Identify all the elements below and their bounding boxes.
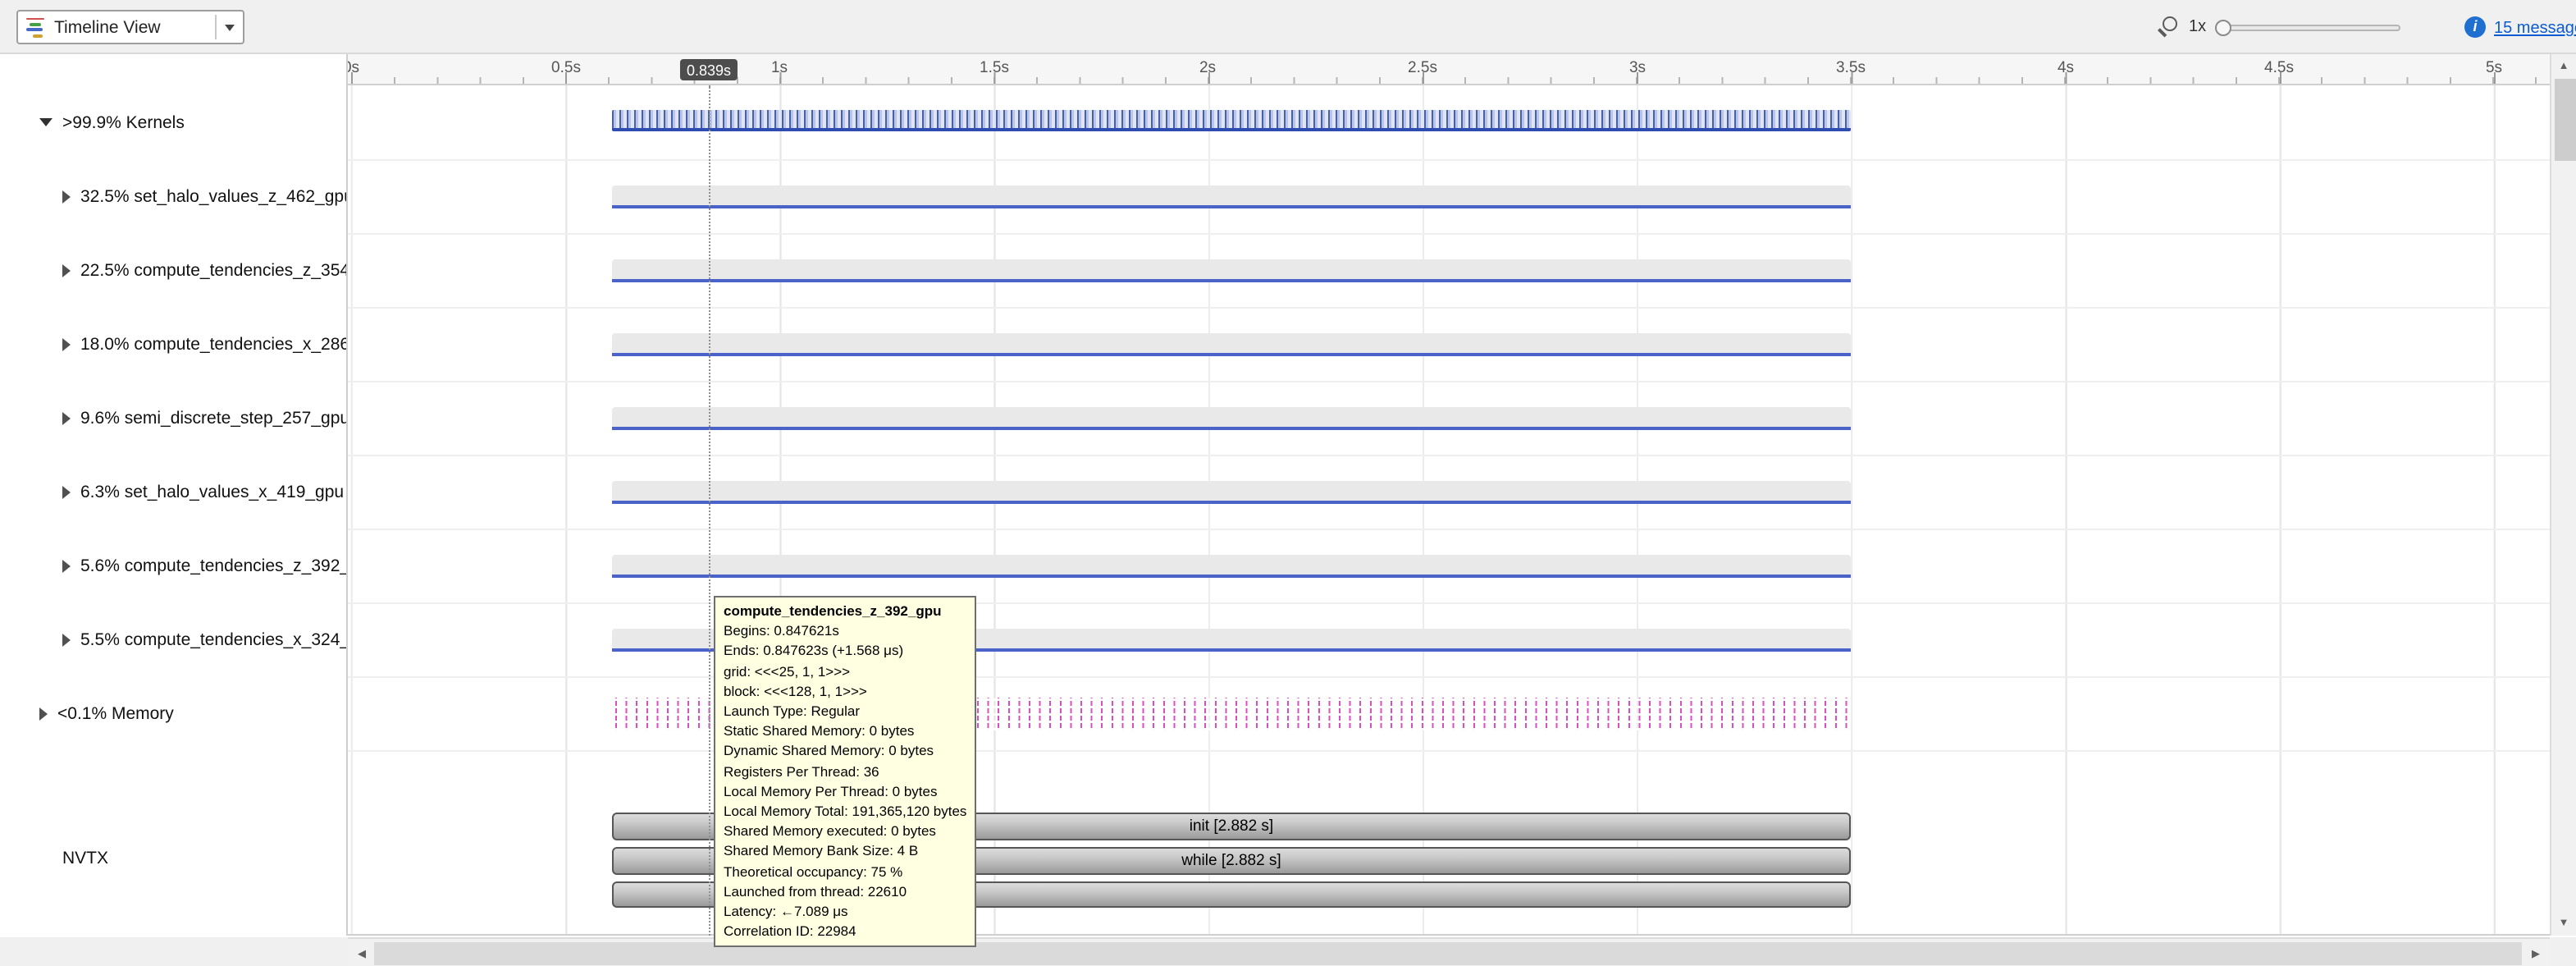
expand-triangle-icon[interactable] [62,485,71,498]
horizontal-scrollbar-thumb[interactable] [374,942,2522,965]
dropdown-separator [215,15,217,39]
ruler-tick-label: 2.5s [1408,59,1437,77]
expand-triangle-icon[interactable] [62,633,71,646]
ruler-tick-label: 4.5s [2264,59,2294,77]
zoom-level-label: 1x [2189,18,2206,36]
row-separator [348,159,2550,161]
bottom-left-filler [0,937,348,966]
sidebar-row-compute-tendencies-x-286[interactable]: 18.0% compute_tendencies_x_286_gpu [0,307,346,381]
chevron-down-icon [225,24,235,30]
kernel-row-band[interactable] [612,259,1851,281]
tooltip-line: Ends: 0.847623s (+1.568 μs) [724,641,966,661]
vertical-scrollbar[interactable]: ▲ ▼ [2550,54,2576,936]
time-marker-label: 0.839s [680,59,738,80]
expand-triangle-icon[interactable] [62,190,71,203]
ruler-tick-label: 3.5s [1836,59,1866,77]
tooltip-line: Local Memory Total: 191,365,120 bytes [724,801,966,821]
row-separator [348,455,2550,456]
messages-link[interactable]: 15 messages [2494,20,2576,38]
scroll-down-arrow-icon[interactable]: ▼ [2551,911,2576,936]
timeline-canvas[interactable]: init [2.882 s] while [2.882 s] [348,85,2550,936]
ruler-tick-label: 5s [2486,59,2502,77]
row-labels-panel: >99.9% Kernels 32.5% set_halo_values_z_4… [0,54,348,936]
zoom-slider[interactable] [2215,16,2400,39]
scroll-right-arrow-icon[interactable]: ▶ [2523,941,2548,965]
sidebar-row-compute-tendencies-z-354[interactable]: 22.5% compute_tendencies_z_354_gpu [0,233,346,307]
tooltip-line: Latency: ←7.089 μs [724,901,966,921]
sidebar-row-compute-tendencies-x-324[interactable]: 5.5% compute_tendencies_x_324_gpu [0,602,346,676]
ruler-tick-label: 3s [1629,59,1646,77]
sidebar-row-set-halo-values-z-462[interactable]: 32.5% set_halo_values_z_462_gpu [0,159,346,233]
sidebar-row-set-halo-values-x-419[interactable]: 6.3% set_halo_values_x_419_gpu [0,455,346,529]
timeline-ruler[interactable]: 0s 0.5s 1s 1.5s 2s 2.5s 3s 3.5s 4s 4.5s … [348,54,2550,85]
expand-triangle-icon[interactable] [62,411,71,424]
timeline-view-icon [26,17,46,37]
zoom-slider-knob[interactable] [2215,20,2231,36]
collapse-triangle-icon[interactable] [39,118,53,126]
sidebar-row-compute-tendencies-z-392[interactable]: 5.6% compute_tendencies_z_392_gpu [0,529,346,602]
horizontal-scrollbar[interactable]: ◀ ▶ [348,937,2550,966]
sidebar-row-kernels[interactable]: >99.9% Kernels [0,85,346,159]
row-separator [348,676,2550,678]
ruler-tick-label: 2s [1199,59,1216,77]
ruler-tick-label: 0s [348,59,359,77]
zoom-slider-track [2215,25,2400,31]
ruler-tick-label: 0.5s [551,59,581,77]
row-separator [348,381,2550,382]
kernels-summary-bar[interactable] [612,110,1851,131]
expand-triangle-icon[interactable] [62,337,71,350]
info-icon: i [2464,16,2486,38]
tooltip-line: Shared Memory executed: 0 bytes [724,821,966,840]
row-separator [348,233,2550,235]
scroll-left-arrow-icon[interactable]: ◀ [349,941,374,965]
sidebar-row-memory[interactable]: <0.1% Memory [0,676,346,750]
time-gridlines [348,85,2550,934]
nvtx-range-label: init [2.882 s] [1190,817,1273,836]
ruler-tick-label: 4s [2058,59,2074,77]
kernel-row-band[interactable] [612,555,1851,576]
tooltip-line: grid: <<<25, 1, 1>>> [724,661,966,680]
row-separator [348,750,2550,752]
sidebar-row-semi-discrete-step-257[interactable]: 9.6% semi_discrete_step_257_gpu [0,381,346,455]
scroll-up-arrow-icon[interactable]: ▲ [2551,54,2576,79]
tooltip-line: Begins: 0.847621s [724,620,966,640]
tooltip-line: Launch Type: Regular [724,701,966,721]
expand-triangle-icon[interactable] [62,263,71,277]
ruler-major-ticks [348,72,2550,84]
kernel-tooltip: compute_tendencies_z_392_gpu Begins: 0.8… [714,596,976,948]
row-separator [348,602,2550,604]
vertical-scrollbar-thumb[interactable] [2555,79,2576,161]
scrollbar-corner [2550,937,2576,966]
kernel-row-band[interactable] [612,333,1851,355]
ruler-tick-label: 1s [771,59,788,77]
view-selector-dropdown[interactable]: Timeline View [16,10,244,44]
ruler-tick-label: 1.5s [980,59,1009,77]
row-separator [348,529,2550,530]
expand-triangle-icon[interactable] [39,707,48,720]
tooltip-line: Local Memory Per Thread: 0 bytes [724,781,966,801]
toolbar: Timeline View 1x i 15 messages [0,0,2576,54]
tooltip-line: Theoretical occupancy: 75 % [724,861,966,881]
tooltip-line: Correlation ID: 22984 [724,922,966,941]
row-separator [348,307,2550,309]
sidebar-row-nvtx[interactable]: NVTX [62,849,108,868]
nvtx-range-label: while [2.882 s] [1181,852,1281,870]
tooltip-title: compute_tendencies_z_392_gpu [724,601,966,620]
tooltip-line: Registers Per Thread: 36 [724,761,966,781]
view-selector-label: Timeline View [54,17,212,37]
time-marker-line [709,85,710,936]
tooltip-line: block: <<<128, 1, 1>>> [724,681,966,701]
tooltip-line: Dynamic Shared Memory: 0 bytes [724,741,966,761]
tooltip-line: Launched from thread: 22610 [724,881,966,901]
tooltip-line: Shared Memory Bank Size: 4 B [724,841,966,861]
tooltip-line: Static Shared Memory: 0 bytes [724,721,966,740]
zoom-magnifier-icon [2163,16,2177,31]
nsight-timeline-window: Timeline View 1x i 15 messages 0s 0.5s 1… [0,0,2576,966]
kernel-row-band[interactable] [612,185,1851,207]
expand-triangle-icon[interactable] [62,559,71,572]
kernel-row-band[interactable] [612,407,1851,428]
kernel-row-band[interactable] [612,481,1851,502]
